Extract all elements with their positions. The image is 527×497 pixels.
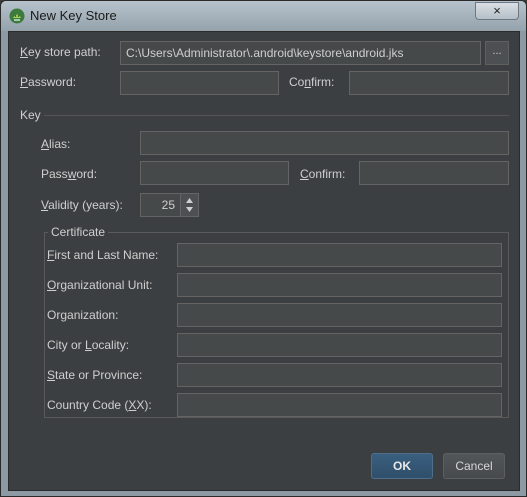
organization-input[interactable] (177, 303, 502, 327)
city-input[interactable] (177, 333, 502, 357)
org-unit-input[interactable] (177, 273, 502, 297)
first-last-name-input[interactable] (177, 243, 502, 267)
city-label: City or Locality: (47, 338, 130, 352)
new-key-store-dialog: New Key Store × Key store path: C:\Users… (0, 0, 527, 497)
country-code-input[interactable] (177, 393, 502, 417)
keystore-confirm-label: Confirm: (289, 75, 335, 89)
ok-button[interactable]: OK (371, 453, 433, 479)
keystore-path-label-rest: ey store path: (28, 45, 101, 59)
keystore-password-input[interactable] (120, 71, 279, 95)
title-bar: New Key Store × (1, 1, 526, 31)
alias-input[interactable] (140, 131, 509, 155)
ellipsis-icon: ... (492, 45, 502, 57)
organization-label: Organization: (47, 308, 119, 322)
alias-label: Alias: (41, 137, 71, 151)
certificate-section-label: Certificate (48, 225, 109, 239)
key-section-divider (44, 115, 509, 116)
state-input[interactable] (177, 363, 502, 387)
cancel-button[interactable]: Cancel (443, 453, 505, 479)
key-confirm-label: Confirm: (300, 167, 346, 181)
key-confirm-input[interactable] (359, 161, 509, 185)
dialog-content: Key store path: C:\Users\Administrator\.… (8, 31, 520, 491)
key-password-input[interactable] (140, 161, 289, 185)
validity-spinner-input[interactable]: 25 (140, 193, 181, 217)
dialog-title: New Key Store (30, 8, 117, 23)
first-last-name-label: First and Last Name: (47, 248, 159, 262)
validity-spinner-arrows[interactable] (180, 193, 199, 217)
country-code-label: Country Code (XX): (47, 398, 152, 412)
state-label: State or Province: (47, 368, 143, 382)
org-unit-label: Organizational Unit: (47, 278, 153, 292)
keystore-confirm-input[interactable] (349, 71, 509, 95)
close-icon: × (493, 3, 501, 18)
spinner-up-down-icon (186, 198, 193, 212)
android-studio-icon (9, 8, 25, 24)
browse-button[interactable]: ... (485, 41, 509, 65)
key-password-label: Password: (41, 167, 98, 181)
key-section-label: Key (20, 108, 41, 122)
keystore-path-label: Key store path: (20, 45, 101, 59)
keystore-path-input[interactable]: C:\Users\Administrator\.android\keystore… (120, 41, 481, 65)
keystore-password-label: Password: (20, 75, 77, 89)
validity-label: Validity (years): (41, 198, 123, 212)
close-button[interactable]: × (475, 2, 519, 20)
